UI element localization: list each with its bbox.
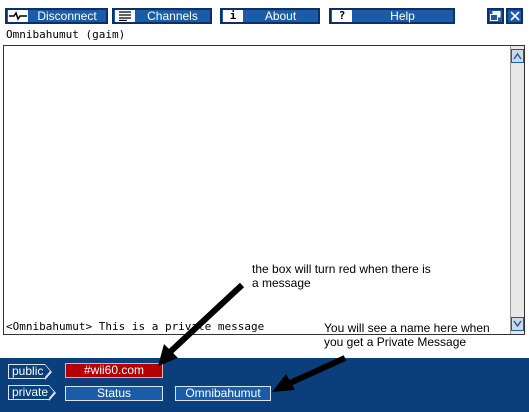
disconnect-button[interactable]: Disconnect — [5, 8, 108, 24]
private-note-line1: You will see a name here when — [324, 321, 490, 335]
help-button[interactable]: ? Help — [329, 8, 455, 24]
channels-button[interactable]: Channels — [112, 8, 212, 24]
public-channel-chip[interactable]: #wii60.com — [65, 363, 163, 378]
red-box-annotation: the box will turn red when there is a me… — [252, 262, 431, 290]
private-label: private — [12, 385, 49, 399]
restore-icon — [490, 11, 501, 21]
plug-icon — [8, 10, 28, 22]
private-user-chip[interactable]: Omnibahumut — [175, 386, 271, 401]
channel-title: Omnibahumut (gaim) — [6, 28, 126, 41]
red-box-note-line2: a message — [252, 276, 311, 290]
list-icon — [115, 10, 135, 22]
message-area[interactable]: <Omnibahumut> This is a private message — [3, 45, 525, 335]
status-chip[interactable]: Status — [65, 386, 163, 401]
message-line: <Omnibahumut> This is a private message — [6, 320, 265, 333]
help-label: Help — [390, 9, 415, 23]
toolbar: Disconnect Channels i About ? Help — [0, 0, 529, 27]
restore-window-button[interactable] — [487, 8, 504, 24]
close-window-button[interactable] — [506, 8, 523, 24]
private-message-annotation: You will see a name here when you get a … — [324, 321, 490, 349]
channels-label: Channels — [147, 9, 198, 23]
private-note-line2: you get a Private Message — [324, 335, 467, 349]
chevron-up-icon — [513, 52, 522, 60]
about-button[interactable]: i About — [220, 8, 320, 24]
scrollbar[interactable] — [510, 46, 524, 334]
scroll-down-button[interactable] — [511, 317, 524, 331]
public-label: public — [12, 364, 44, 378]
close-icon — [509, 11, 520, 21]
channel-switcher-bar: public #wii60.com private Status Omnibah… — [0, 358, 529, 412]
disconnect-label: Disconnect — [37, 9, 97, 23]
scroll-up-button[interactable] — [511, 49, 524, 63]
public-row-label: public — [8, 364, 52, 380]
info-icon: i — [223, 10, 243, 22]
about-label: About — [264, 9, 297, 23]
private-row-label: private — [8, 385, 56, 401]
help-icon: ? — [332, 10, 352, 22]
red-box-note-line1: the box will turn red when there is — [252, 262, 431, 276]
chevron-down-icon — [513, 320, 522, 328]
